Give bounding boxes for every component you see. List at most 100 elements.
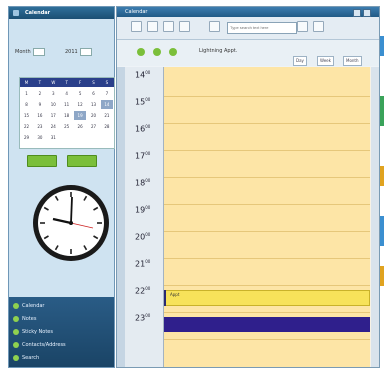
task-icon	[13, 355, 19, 361]
hour-minutes: 00	[145, 97, 151, 102]
calendar-day[interactable]: 10	[47, 100, 59, 109]
appointment-yellow[interactable]: Appt	[164, 290, 370, 306]
task-item[interactable]: Search	[13, 353, 39, 363]
hour-number: 17	[135, 151, 146, 161]
hour-slot[interactable]	[164, 265, 370, 286]
tab-week[interactable]: Week	[317, 56, 334, 66]
task-item[interactable]: Notes	[13, 314, 36, 324]
text-cursor	[164, 290, 166, 306]
calendar-day[interactable]: 13	[88, 100, 100, 109]
hour-slot[interactable]	[164, 184, 370, 205]
calendar-day[interactable]: 5	[74, 89, 86, 98]
hour-minutes: 00	[145, 205, 151, 210]
tab-month[interactable]: Month	[343, 56, 362, 66]
calendar-day[interactable]: 15	[21, 111, 33, 120]
hour-minutes: 00	[145, 313, 151, 318]
side-panel-title-label: Calendar	[25, 10, 51, 16]
hour-slot[interactable]	[164, 157, 370, 178]
calendar-day[interactable]: 24	[47, 122, 59, 131]
new-appointment-icon[interactable]	[179, 21, 190, 32]
calendar-day[interactable]: 26	[74, 122, 86, 131]
delete-icon[interactable]	[169, 48, 177, 56]
hour-slot[interactable]	[164, 130, 370, 151]
task-item[interactable]: Contacts/Address	[13, 340, 66, 350]
hour-label: 1600	[135, 124, 150, 134]
month-select[interactable]: Month	[15, 47, 45, 57]
weekday-header: T	[38, 80, 42, 85]
hour-number: 18	[135, 178, 146, 188]
calendar-day[interactable]: 31	[47, 133, 59, 142]
hour-slot[interactable]	[164, 238, 370, 259]
toolbar-label: Lightning Appt.	[199, 48, 238, 54]
next-button[interactable]	[67, 155, 97, 167]
hour-label: 2100	[135, 259, 150, 269]
calendar-day[interactable]: 28	[101, 122, 113, 131]
calendar-day[interactable]: 19	[74, 111, 87, 120]
month-select-label: Month	[15, 49, 31, 55]
mini-calendar-weekdays: MTWTFSS	[20, 78, 114, 87]
hour-number: 15	[135, 97, 146, 107]
hour-slot[interactable]	[164, 211, 370, 232]
hour-minutes: 00	[145, 286, 151, 291]
calendar-day[interactable]: 1	[21, 89, 33, 98]
task-label: Search	[22, 355, 40, 361]
calendar-day[interactable]: 2	[34, 89, 46, 98]
settings-icon[interactable]	[313, 21, 324, 32]
appointment-label: Appt	[170, 292, 180, 297]
hour-number: 21	[135, 259, 146, 269]
task-item[interactable]: Calendar	[13, 301, 44, 311]
calendar-day[interactable]: 20	[88, 111, 100, 120]
year-select[interactable]: 2011	[65, 47, 92, 57]
calendar-day[interactable]: 14	[100, 100, 113, 109]
back-icon[interactable]	[131, 21, 142, 32]
edit-icon[interactable]	[153, 48, 161, 56]
add-icon[interactable]	[137, 48, 145, 56]
calendar-day[interactable]: 23	[34, 122, 46, 131]
day-view-grid: 1400 1500 1600 1700 1800 1900 2000 2100 2200 2300…	[125, 67, 379, 367]
search-input[interactable]	[227, 22, 297, 34]
print-icon[interactable]	[209, 21, 220, 32]
hour-slot[interactable]	[164, 103, 370, 124]
calendar-day[interactable]: 8	[21, 100, 33, 109]
close-button[interactable]	[363, 9, 371, 17]
calendar-day[interactable]: 11	[61, 100, 73, 109]
calendar-day[interactable]: 22	[21, 122, 33, 131]
calendar-day[interactable]: 4	[61, 89, 73, 98]
task-label: Notes	[22, 316, 37, 322]
tab-day[interactable]: Day	[293, 56, 307, 66]
search-icon[interactable]	[297, 21, 308, 32]
calendar-day[interactable]: 17	[47, 111, 59, 120]
calendar-day[interactable]: 25	[61, 122, 73, 131]
task-icon	[13, 329, 19, 335]
calendar-day[interactable]: 27	[88, 122, 100, 131]
previous-button[interactable]	[27, 155, 57, 167]
hour-minutes: 00	[145, 259, 151, 264]
hour-label: 1700	[135, 151, 150, 161]
calendar-day[interactable]: 9	[34, 100, 46, 109]
calendar-day[interactable]: 6	[88, 89, 100, 98]
calendar-day[interactable]: 21	[101, 111, 113, 120]
weekday-header: S	[92, 80, 95, 85]
hour-number: 23	[135, 313, 146, 323]
calendar-day[interactable]: 7	[101, 89, 113, 98]
hour-slot[interactable]	[164, 76, 370, 97]
vertical-scrollbar[interactable]	[371, 67, 379, 367]
forward-icon[interactable]	[147, 21, 158, 32]
hour-minutes: 00	[145, 151, 151, 156]
calendar-day[interactable]: 18	[61, 111, 73, 120]
month-year-selectors: Month 2011	[15, 47, 111, 61]
window-title: Calendar	[125, 9, 148, 15]
hour-label: 2000	[135, 232, 150, 242]
calendar-day[interactable]: 30	[34, 133, 46, 142]
calendar-day[interactable]: 3	[47, 89, 59, 98]
today-icon[interactable]	[163, 21, 174, 32]
calendar-day[interactable]: 12	[74, 100, 86, 109]
window-left-strip	[117, 67, 125, 367]
task-item[interactable]: Sticky Notes	[13, 327, 53, 337]
calendar-day[interactable]: 29	[21, 133, 33, 142]
year-select-label: 2011	[65, 49, 78, 55]
minimize-button[interactable]	[353, 9, 361, 17]
appointment-purple[interactable]	[164, 317, 370, 332]
calendar-day[interactable]: 16	[34, 111, 46, 120]
weekday-header: F	[78, 80, 82, 85]
